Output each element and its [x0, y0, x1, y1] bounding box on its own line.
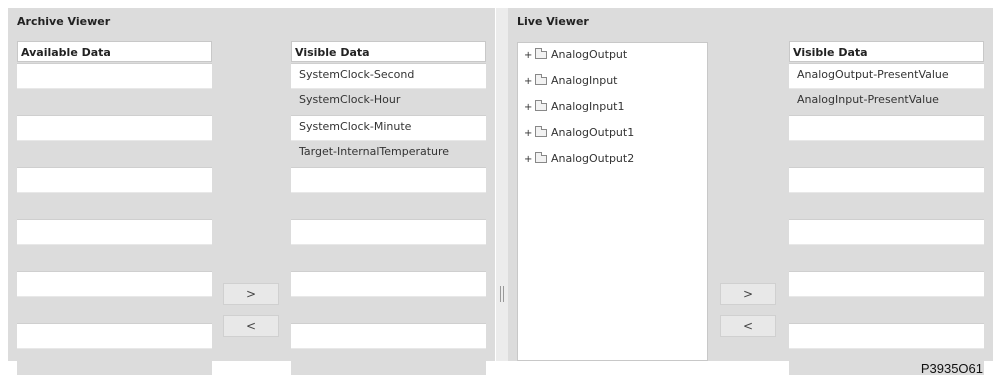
folder-icon: [535, 100, 547, 111]
tree-node[interactable]: + AnalogInput: [524, 73, 618, 89]
tree-node[interactable]: + AnalogOutput2: [524, 151, 634, 167]
available-data-row[interactable]: [17, 167, 212, 193]
archive-visible-data-row[interactable]: [291, 271, 486, 297]
expand-icon[interactable]: +: [524, 152, 532, 168]
available-data-row[interactable]: [17, 323, 212, 349]
tree-node[interactable]: + AnalogInput1: [524, 99, 625, 115]
folder-icon: [535, 74, 547, 85]
archive-remove-button[interactable]: <: [223, 315, 279, 337]
tree-node[interactable]: + AnalogOutput: [524, 47, 627, 63]
archive-visible-data-row[interactable]: [291, 349, 486, 375]
available-data-row[interactable]: [17, 63, 212, 89]
archive-visible-data-row[interactable]: SystemClock-Second: [291, 63, 486, 89]
live-visible-data-row[interactable]: [789, 219, 984, 245]
available-data-list: [17, 63, 212, 375]
live-remove-button[interactable]: <: [720, 315, 776, 337]
splitter-grip-icon[interactable]: [500, 286, 504, 302]
expand-icon[interactable]: +: [524, 48, 532, 64]
panel-splitter[interactable]: [496, 8, 508, 361]
available-data-row[interactable]: [17, 271, 212, 297]
live-visible-data-row[interactable]: [789, 297, 984, 323]
available-data-row[interactable]: [17, 245, 212, 271]
archive-add-button[interactable]: >: [223, 283, 279, 305]
available-data-row[interactable]: [17, 193, 212, 219]
archive-visible-data-row[interactable]: [291, 245, 486, 271]
live-viewer-panel: Live Viewer + AnalogOutput + AnalogInput + An…: [508, 8, 993, 375]
available-data-header: Available Data: [17, 41, 212, 62]
available-data-row[interactable]: [17, 219, 212, 245]
archive-visible-data-row[interactable]: [291, 219, 486, 245]
archive-visible-data-row[interactable]: [291, 323, 486, 349]
figure-code: P3935O61: [920, 361, 983, 376]
tree-node-label: AnalogInput1: [551, 100, 625, 113]
tree-node-label: AnalogOutput2: [551, 152, 635, 165]
archive-visible-data-row[interactable]: SystemClock-Minute: [291, 115, 486, 141]
folder-icon: [535, 126, 547, 137]
live-visible-data-row[interactable]: AnalogInput-PresentValue: [789, 89, 984, 115]
expand-icon[interactable]: +: [524, 126, 532, 142]
available-data-row[interactable]: [17, 141, 212, 167]
live-data-tree: + AnalogOutput + AnalogInput + AnalogInput1 + A…: [517, 42, 708, 361]
live-visible-data-row[interactable]: [789, 167, 984, 193]
available-data-row[interactable]: [17, 297, 212, 323]
archive-viewer-panel: Archive Viewer Available Data > < Visibl…: [8, 8, 495, 375]
tree-node-label: AnalogInput: [551, 74, 618, 87]
live-visible-data-row[interactable]: AnalogOutput-PresentValue: [789, 63, 984, 89]
available-data-row[interactable]: [17, 89, 212, 115]
live-visible-data-header: Visible Data: [789, 41, 984, 62]
tree-node[interactable]: + AnalogOutput1: [524, 125, 634, 141]
archive-visible-data-header: Visible Data: [291, 41, 486, 62]
live-visible-data-row[interactable]: [789, 323, 984, 349]
live-visible-data-list: AnalogOutput-PresentValue AnalogInput-Pre…: [789, 63, 984, 375]
expand-icon[interactable]: +: [524, 100, 532, 116]
archive-visible-data-row[interactable]: SystemClock-Hour: [291, 89, 486, 115]
archive-visible-data-row[interactable]: Target-InternalTemperature: [291, 141, 486, 167]
archive-visible-data-row[interactable]: [291, 167, 486, 193]
archive-visible-data-list: SystemClock-Second SystemClock-Hour System…: [291, 63, 486, 375]
archive-visible-data-row[interactable]: [291, 193, 486, 219]
live-visible-data-row[interactable]: [789, 193, 984, 219]
expand-icon[interactable]: +: [524, 74, 532, 90]
available-data-row[interactable]: [17, 115, 212, 141]
live-visible-data-row[interactable]: [789, 271, 984, 297]
tree-node-label: AnalogOutput1: [551, 126, 635, 139]
live-visible-data-row[interactable]: [789, 115, 984, 141]
live-viewer-title: Live Viewer: [517, 15, 589, 28]
folder-icon: [535, 152, 547, 163]
live-add-button[interactable]: >: [720, 283, 776, 305]
archive-viewer-title: Archive Viewer: [17, 15, 111, 28]
available-data-row[interactable]: [17, 349, 212, 375]
live-visible-data-row[interactable]: [789, 245, 984, 271]
folder-icon: [535, 48, 547, 59]
live-visible-data-row[interactable]: [789, 141, 984, 167]
tree-node-label: AnalogOutput: [551, 48, 628, 61]
archive-visible-data-row[interactable]: [291, 297, 486, 323]
